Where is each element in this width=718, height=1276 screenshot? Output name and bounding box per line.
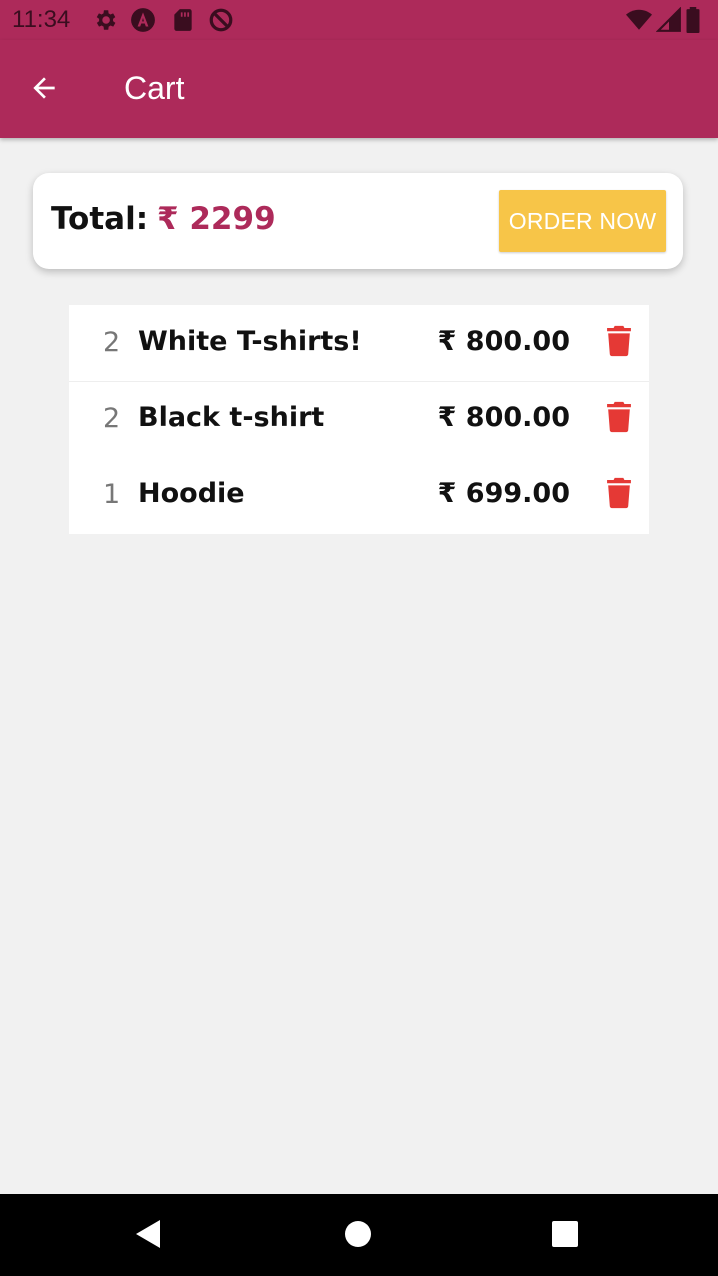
total-label: Total: [51,201,149,237]
app-bar: Cart [0,40,718,138]
trash-icon [606,325,632,362]
total-amount: ₹ 2299 [157,201,276,237]
nav-recents-button[interactable] [545,1216,585,1256]
home-circle-icon [344,1220,372,1253]
page-title: Cart [124,70,185,106]
status-bar: 11:34 [0,0,718,40]
cart-item: 2 Black t-shirt ₹ 800.00 [69,381,649,457]
wifi-icon [626,7,652,33]
blocked-icon [208,7,234,33]
back-triangle-icon [134,1218,162,1255]
item-name: Hoodie [138,478,245,509]
nav-back-button[interactable] [128,1216,168,1256]
cart-item: 1 Hoodie ₹ 699.00 [69,457,649,533]
total-card: Total: ₹ 2299 ORDER NOW [33,173,683,269]
signal-icon [655,6,682,33]
status-time: 11:34 [12,6,71,33]
battery-icon [684,7,702,33]
back-button[interactable] [22,68,66,112]
item-quantity: 2 [103,327,121,358]
cart-list: 2 White T-shirts! ₹ 800.00 2 Black t-shi… [69,305,649,534]
item-quantity: 2 [103,403,121,434]
delete-item-button[interactable] [603,401,635,438]
arrow-left-icon [28,72,60,109]
sd-card-icon [170,7,196,33]
cart-item: 2 White T-shirts! ₹ 800.00 [69,305,649,382]
delete-item-button[interactable] [603,477,635,514]
item-price: ₹ 800.00 [437,326,570,357]
delete-item-button[interactable] [603,325,635,362]
trash-icon [606,477,632,514]
recents-square-icon [551,1220,579,1253]
a-badge-icon [130,7,156,33]
gear-icon [92,7,118,33]
nav-home-button[interactable] [338,1216,378,1256]
item-name: Black t-shirt [138,402,325,433]
item-price: ₹ 699.00 [437,478,570,509]
order-now-button[interactable]: ORDER NOW [499,190,666,252]
item-name: White T-shirts! [138,326,362,357]
item-quantity: 1 [103,479,121,510]
item-price: ₹ 800.00 [437,402,570,433]
trash-icon [606,401,632,438]
navigation-bar [0,1194,718,1276]
